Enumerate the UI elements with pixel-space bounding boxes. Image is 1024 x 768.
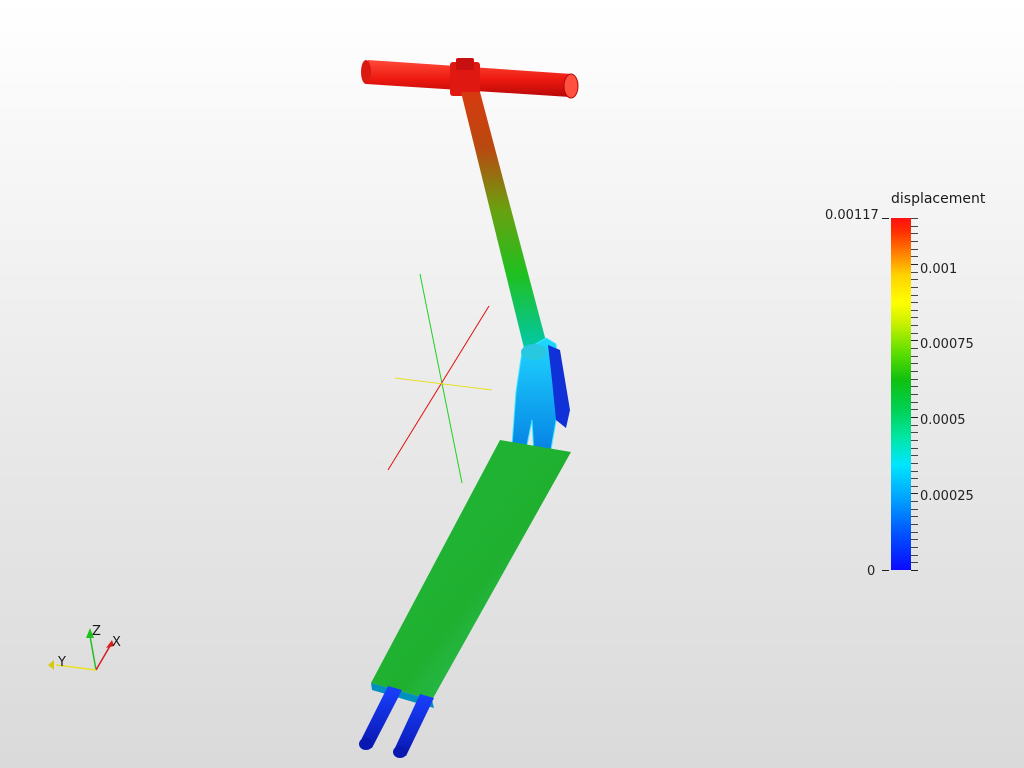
deck-plate (371, 440, 571, 708)
y-axis-label: Y (57, 655, 66, 670)
steering-stem (461, 92, 547, 352)
z-axis-label: Z (92, 624, 101, 639)
x-axis-label: X (112, 635, 121, 650)
orientation-axes[interactable]: Z X Y (48, 624, 121, 671)
rear-wheels (359, 686, 434, 758)
center-crosshair (387, 273, 493, 484)
y-axis-arrow-icon (48, 660, 54, 670)
render-viewport[interactable]: Z X Y (0, 0, 1024, 768)
